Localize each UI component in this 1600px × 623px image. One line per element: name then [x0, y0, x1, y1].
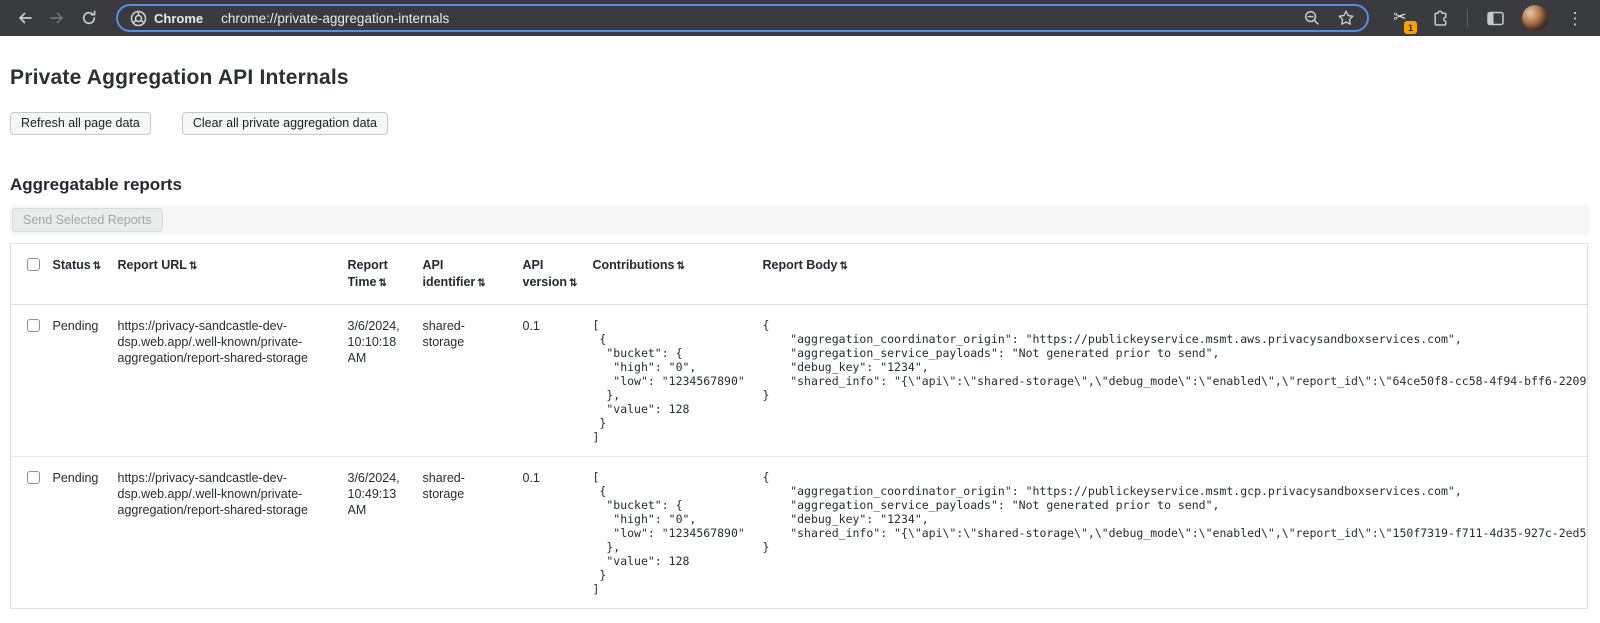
clear-all-button[interactable]: Clear all private aggregation data — [182, 112, 388, 135]
sort-icon: ⇅ — [840, 261, 848, 272]
sort-icon: ⇅ — [676, 261, 684, 272]
forward-arrow-icon — [48, 9, 66, 27]
forward-button[interactable] — [42, 3, 72, 33]
page-actions: Refresh all page data Clear all private … — [10, 112, 1590, 135]
extensions-button[interactable] — [1425, 3, 1455, 33]
bookmark-star-icon[interactable] — [1337, 9, 1355, 27]
status-cell: Pending — [53, 457, 118, 609]
status-cell: Pending — [53, 305, 118, 457]
extensions-puzzle-icon — [1431, 9, 1450, 28]
contributions-json: [ { "bucket": { "high": "0", "low": "123… — [593, 318, 749, 444]
reload-button[interactable] — [74, 3, 104, 33]
api-version-cell: 0.1 — [523, 305, 593, 457]
kebab-menu-icon: ⋮ — [1567, 10, 1584, 27]
table-header-row: Status⇅ Report URL⇅ Report Time⇅ API ide… — [11, 244, 1588, 305]
sort-icon: ⇅ — [477, 278, 485, 289]
reload-icon — [80, 9, 98, 27]
zoom-out-icon[interactable] — [1303, 9, 1321, 27]
browser-toolbar: Chrome chrome://private-aggregation-inte… — [0, 0, 1600, 36]
url-text[interactable]: chrome://private-aggregation-internals — [221, 11, 449, 26]
report-body-json: { "aggregation_coordinator_origin": "htt… — [763, 470, 1588, 554]
sort-icon: ⇅ — [569, 278, 577, 289]
api-identifier-cell: shared-storage — [423, 457, 523, 609]
header-report-url[interactable]: Report URL⇅ — [118, 244, 348, 305]
chrome-chip: Chrome — [130, 10, 203, 27]
page-title: Private Aggregation API Internals — [10, 66, 1590, 90]
profile-avatar[interactable] — [1522, 5, 1548, 31]
refresh-all-button[interactable]: Refresh all page data — [10, 112, 151, 135]
select-all-checkbox[interactable] — [27, 258, 40, 271]
extension-badge: 1 — [1404, 21, 1417, 34]
header-report-time[interactable]: Report Time⇅ — [348, 244, 423, 305]
section-title-aggregatable-reports: Aggregatable reports — [10, 175, 1590, 195]
address-bar[interactable]: Chrome chrome://private-aggregation-inte… — [116, 4, 1369, 32]
page-content: Private Aggregation API Internals Refres… — [0, 66, 1600, 609]
table-row: Pending https://privacy-sandcastle-dev-d… — [11, 305, 1588, 457]
header-api-version[interactable]: API version⇅ — [523, 244, 593, 305]
api-identifier-cell: shared-storage — [423, 305, 523, 457]
aggregatable-reports-table: Status⇅ Report URL⇅ Report Time⇅ API ide… — [10, 243, 1588, 609]
header-api-identifier[interactable]: API identifier⇅ — [423, 244, 523, 305]
report-time-cell: 3/6/2024, 10:49:13 AM — [348, 457, 423, 609]
sort-icon: ⇅ — [93, 261, 101, 272]
chrome-logo-icon — [130, 10, 147, 27]
report-url-cell: https://privacy-sandcastle-dev-dsp.web.a… — [118, 457, 348, 609]
header-contributions[interactable]: Contributions⇅ — [593, 244, 763, 305]
report-time-cell: 3/6/2024, 10:10:18 AM — [348, 305, 423, 457]
back-arrow-icon — [16, 9, 34, 27]
sort-icon: ⇅ — [378, 278, 386, 289]
table-row: Pending https://privacy-sandcastle-dev-d… — [11, 457, 1588, 609]
sort-icon: ⇅ — [189, 261, 197, 272]
row-checkbox[interactable] — [27, 471, 40, 484]
chrome-chip-label: Chrome — [154, 11, 203, 26]
report-body-json: { "aggregation_coordinator_origin": "htt… — [763, 318, 1588, 402]
screenshot-extension-button[interactable]: ✂ 1 — [1387, 5, 1413, 31]
side-panel-button[interactable] — [1480, 3, 1510, 33]
report-url-cell: https://privacy-sandcastle-dev-dsp.web.a… — [118, 305, 348, 457]
api-version-cell: 0.1 — [523, 457, 593, 609]
browser-menu-button[interactable]: ⋮ — [1560, 3, 1590, 33]
toolbar-right-group: ✂ 1 ⋮ — [1381, 3, 1590, 33]
send-reports-bar: Send Selected Reports — [10, 205, 1590, 235]
side-panel-icon — [1486, 9, 1505, 28]
back-button[interactable] — [10, 3, 40, 33]
contributions-json: [ { "bucket": { "high": "0", "low": "123… — [593, 470, 749, 596]
send-selected-reports-button[interactable]: Send Selected Reports — [12, 208, 163, 232]
header-report-body[interactable]: Report Body⇅ — [763, 244, 1588, 305]
toolbar-divider — [1467, 9, 1468, 27]
header-status[interactable]: Status⇅ — [53, 244, 118, 305]
row-checkbox[interactable] — [27, 319, 40, 332]
